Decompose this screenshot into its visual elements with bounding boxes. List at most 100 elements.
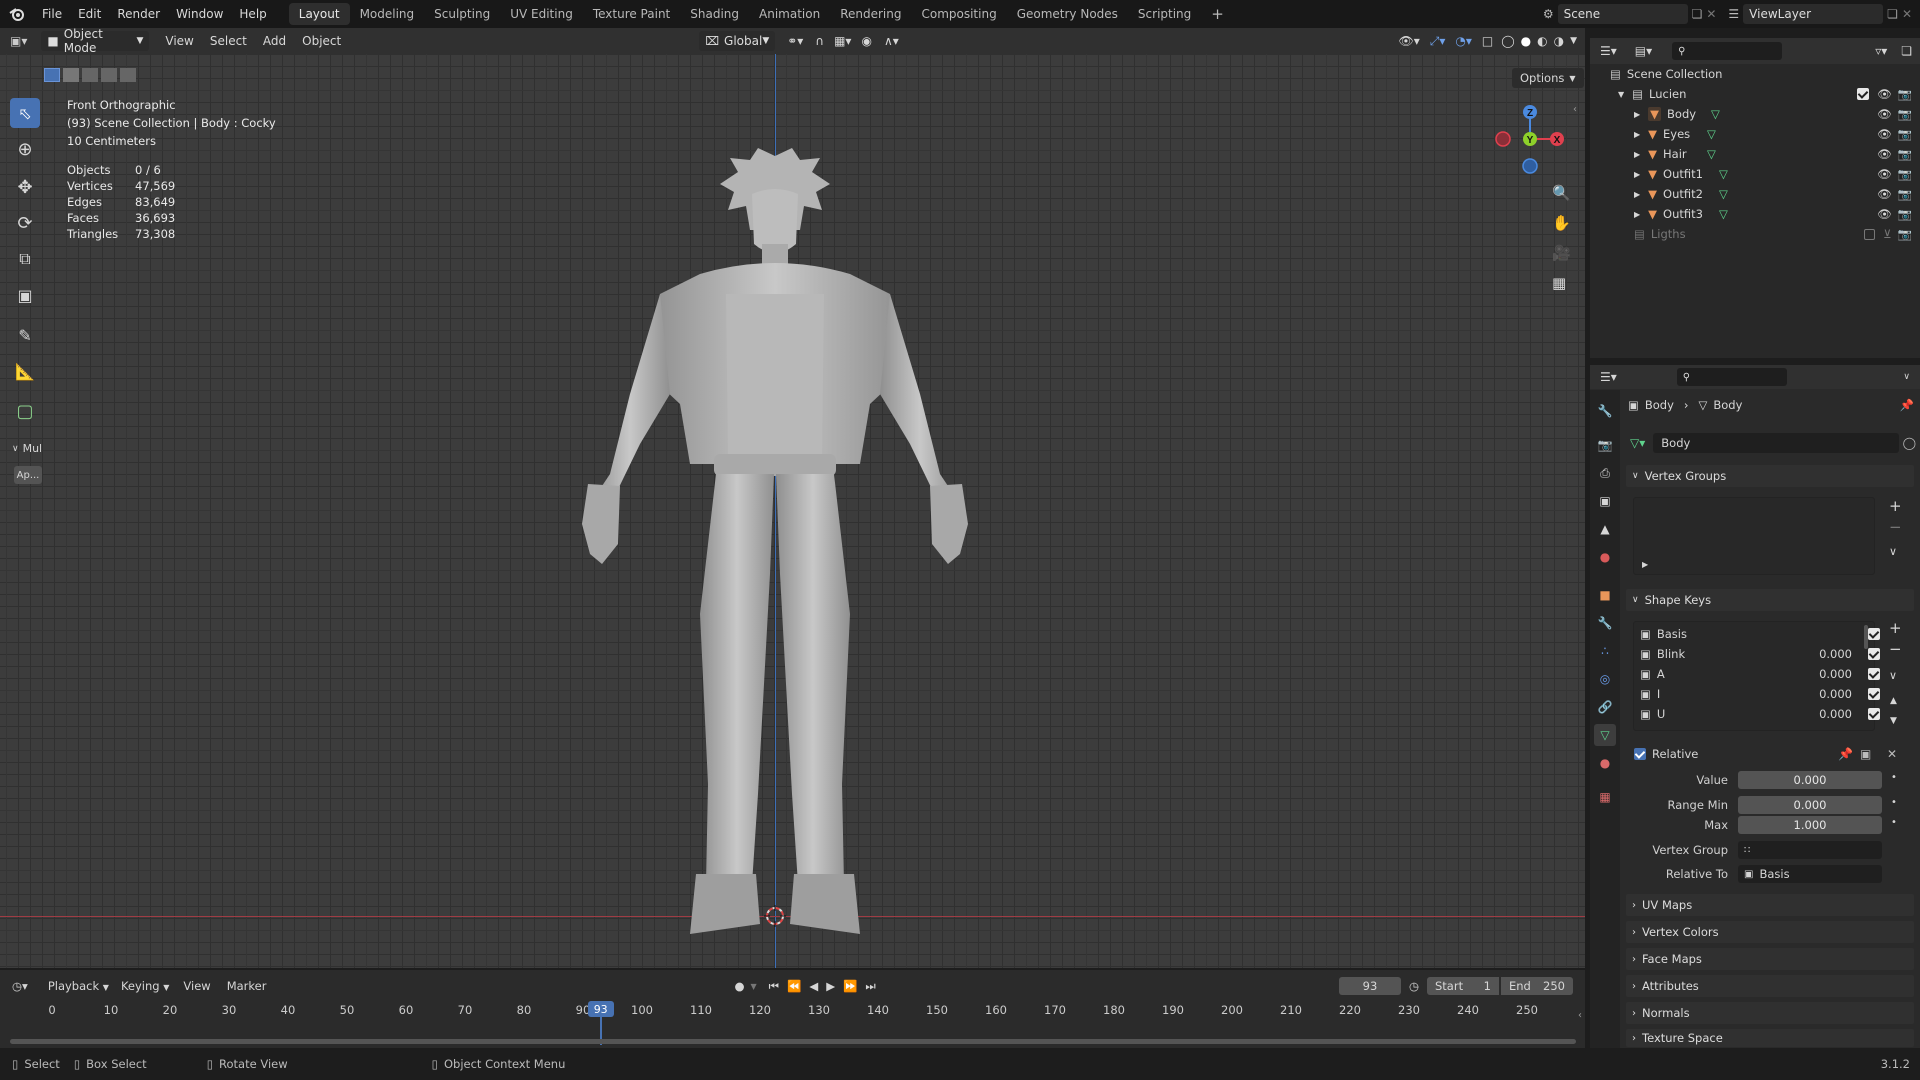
move-up-icon[interactable]: ▲ [1890, 696, 1897, 706]
output-tab[interactable]: ⎙ [1594, 462, 1616, 484]
camera-icon[interactable]: 📷 [1898, 127, 1912, 141]
camera-icon[interactable]: 📷 [1898, 187, 1912, 201]
range-min-field[interactable]: 0.000 [1738, 796, 1882, 814]
shape-key-value[interactable]: 0.000 [1819, 647, 1852, 661]
outliner-editor-icon[interactable]: ☰▾ [1590, 44, 1627, 58]
apply-button[interactable]: Ap... [14, 466, 42, 484]
material-shading-icon[interactable]: ◐ [1534, 34, 1550, 48]
vertex-groups-list[interactable] [1633, 497, 1875, 575]
constraints-tab[interactable]: 🔗 [1594, 696, 1616, 718]
scene-selector[interactable]: ⚙ Scene ❏ ✕ [1543, 4, 1716, 24]
scene-tab[interactable]: ▲ [1594, 518, 1616, 540]
outliner-row-object[interactable]: ▶ ▼ Outfit3 ▽ 👁 📷 [1590, 204, 1920, 224]
breadcrumb-data[interactable]: Body [1713, 398, 1742, 412]
physics-tab[interactable]: ◎ [1594, 668, 1616, 690]
ortho-toggle-icon[interactable]: ▦ [1552, 274, 1566, 292]
jump-start-icon[interactable]: ⏮ [765, 979, 783, 994]
exclude-checkbox[interactable] [1864, 228, 1876, 240]
display-mode-icon[interactable]: ▤▾ [1627, 44, 1660, 58]
particles-tab[interactable]: ∴ [1594, 640, 1616, 662]
add-vertex-group-button[interactable]: + [1889, 497, 1902, 515]
eye-icon[interactable]: 👁 [1877, 187, 1892, 201]
tab-uv-editing[interactable]: UV Editing [500, 3, 583, 25]
add-workspace-button[interactable]: + [1201, 1, 1234, 27]
shape-key-mute-checkbox[interactable] [1868, 628, 1880, 640]
pivot-icon[interactable]: ⚭▾ [781, 34, 809, 48]
shape-key-row[interactable]: ▣ I 0.000 [1640, 684, 1880, 704]
outliner-row-object[interactable]: ▶ ▼ Outfit1 ▽ 👁 📷 [1590, 164, 1920, 184]
fake-user-shield-icon[interactable]: ◯ [1903, 436, 1916, 450]
tab-texture-paint[interactable]: Texture Paint [583, 3, 680, 25]
shape-key-specials-icon[interactable]: ∨ [1889, 669, 1897, 682]
view-layer-field[interactable]: ViewLayer [1743, 4, 1884, 24]
select-invert-icon[interactable] [101, 68, 117, 82]
clear-shape-icon[interactable]: ✕ [1887, 747, 1897, 761]
menu-object[interactable]: Object [294, 34, 349, 48]
select-new-icon[interactable] [44, 68, 60, 82]
face-maps-panel-header[interactable]: › Face Maps [1626, 948, 1914, 970]
rendered-shading-icon[interactable]: ◑ [1551, 34, 1567, 48]
select-subtract-icon[interactable] [82, 68, 98, 82]
gizmo-toggle-icon[interactable]: ⤢▾ [1425, 34, 1451, 49]
keyframe-dot-icon[interactable]: • [1891, 772, 1897, 783]
menu-select[interactable]: Select [202, 34, 255, 48]
normals-panel-header[interactable]: › Normals [1626, 1002, 1914, 1024]
camera-icon[interactable]: 📷 [1898, 227, 1912, 241]
camera-icon[interactable]: 📷 [1898, 107, 1912, 121]
jump-end-icon[interactable]: ⏭ [861, 979, 879, 994]
outliner-row-object[interactable]: ▶ ▼ Hair ▽ 👁 📷 [1590, 144, 1920, 164]
add-shape-key-button[interactable]: + [1889, 619, 1902, 637]
outliner-row-object[interactable]: ▶ ▼ Outfit2 ▽ 👁 📷 [1590, 184, 1920, 204]
view-layer-tab[interactable]: ▣ [1594, 490, 1616, 512]
render-tab[interactable]: 📷 [1594, 434, 1616, 456]
menu-view[interactable]: View [157, 34, 201, 48]
vertex-groups-panel-header[interactable]: ∨ Vertex Groups [1626, 465, 1914, 487]
value-field[interactable]: 0.000 [1738, 771, 1882, 789]
menu-keying[interactable]: Keying ▼ [115, 979, 175, 993]
shape-key-mute-checkbox[interactable] [1868, 688, 1880, 700]
current-frame-field[interactable]: 93 [1338, 977, 1401, 995]
attributes-panel-header[interactable]: › Attributes [1626, 975, 1914, 997]
scene-copy-icon[interactable]: ❏ [1692, 7, 1703, 21]
select-extend-icon[interactable] [63, 68, 79, 82]
mesh-data-tab[interactable]: ▽ [1594, 724, 1616, 746]
editor-type-icon[interactable]: ▣▾ [0, 34, 37, 48]
tool-tab[interactable]: 🔧 [1594, 400, 1616, 422]
character-mesh[interactable] [530, 144, 1020, 974]
overlay-toggle-icon[interactable]: ◔▾ [1450, 34, 1477, 48]
relative-toggle[interactable]: Relative [1634, 747, 1698, 761]
cursor-tool[interactable]: ⊕ [10, 134, 40, 164]
material-tab[interactable]: ● [1594, 752, 1616, 774]
uv-maps-panel-header[interactable]: › UV Maps [1626, 894, 1914, 916]
menu-file[interactable]: File [34, 7, 70, 21]
keyframe-dot-icon[interactable]: • [1891, 817, 1897, 828]
mesh-browse-icon[interactable]: ▽▾ [1626, 436, 1649, 450]
remove-vertex-group-button[interactable]: − [1889, 518, 1902, 536]
menu-help[interactable]: Help [231, 7, 274, 21]
menu-playback[interactable]: Playback ▼ [36, 979, 115, 993]
eye-icon[interactable]: 👁 [1877, 127, 1892, 141]
3d-cursor[interactable] [764, 905, 786, 927]
eye-icon[interactable]: 👁 [1877, 87, 1892, 101]
breadcrumb-object[interactable]: Body [1645, 398, 1674, 412]
3d-viewport[interactable]: Front Orthographic (93) Scene Collection… [0, 54, 1585, 968]
collection-exclude-checkbox[interactable] [1857, 88, 1870, 100]
last-operator-panel[interactable]: ∨ Mul [12, 442, 42, 455]
shading-options-icon[interactable]: ▼ [1567, 36, 1585, 46]
auto-keying-record-icon[interactable]: ● [730, 979, 748, 993]
camera-icon[interactable]: 📷 [1898, 167, 1912, 181]
camera-icon[interactable]: 📷 [1898, 87, 1912, 101]
camera-icon[interactable]: 📷 [1898, 207, 1912, 221]
eye-icon[interactable]: 👁 [1877, 147, 1892, 161]
menu-window[interactable]: Window [168, 7, 231, 21]
jump-prev-keyframe-icon[interactable]: ⏪ [783, 979, 805, 993]
menu-edit[interactable]: Edit [70, 7, 109, 21]
play-icon[interactable]: ▶ [822, 979, 839, 993]
pin-icon[interactable]: 📌 [1900, 398, 1914, 412]
properties-search-input[interactable]: ⚲ [1676, 368, 1787, 386]
preview-range-clock-icon[interactable]: ◷ [1401, 979, 1427, 993]
eye-icon[interactable]: 👁 [1877, 207, 1892, 221]
add-cube-tool[interactable]: ▢ [10, 396, 40, 426]
collapse-sidebar-icon[interactable]: ‹ [1573, 104, 1577, 115]
tab-compositing[interactable]: Compositing [911, 3, 1006, 25]
